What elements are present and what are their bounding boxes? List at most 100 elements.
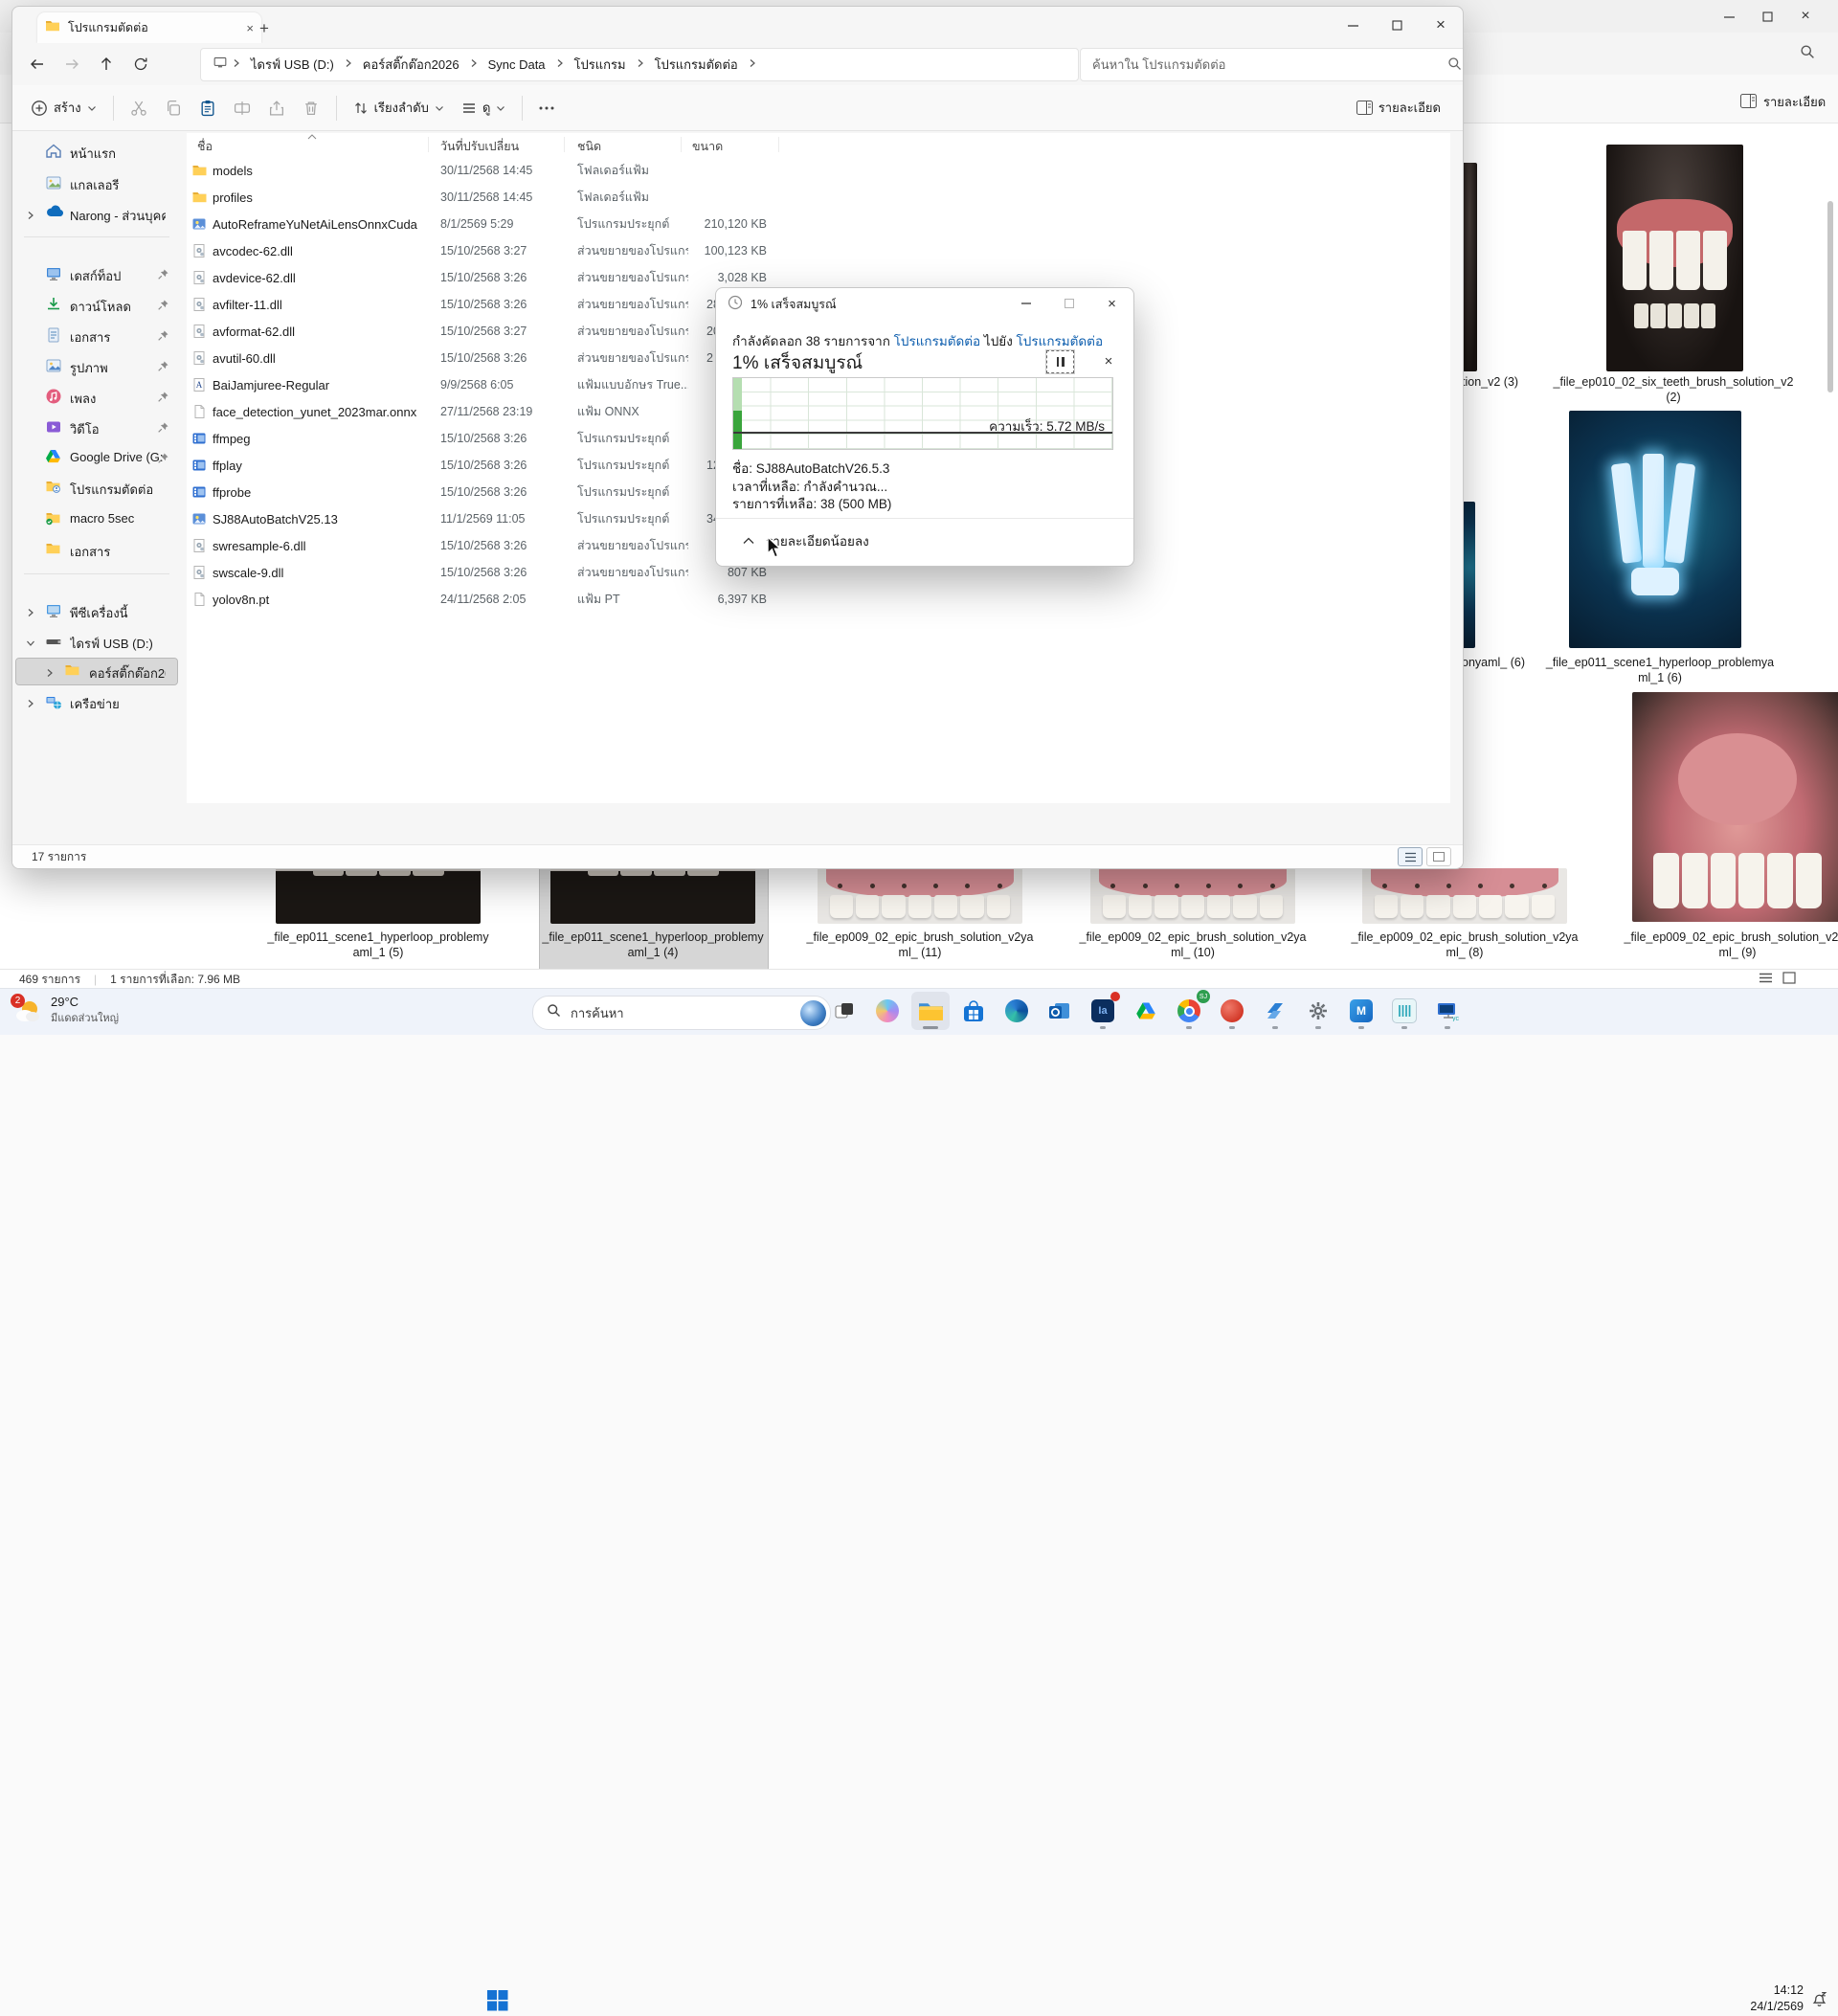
pin-icon [157, 360, 169, 375]
taskbar-premiere[interactable]: Ia [1084, 992, 1122, 1030]
address-bar[interactable]: ไดรฟ์ USB (D:) คอร์สติ๊กต๊อก2026 Sync Data… [200, 48, 1079, 81]
new-button[interactable]: สร้าง [22, 92, 105, 123]
bg-close-button[interactable]: × [1786, 4, 1825, 29]
view-button[interactable]: ดู [453, 92, 514, 123]
taskbar-outlook[interactable] [1041, 992, 1079, 1030]
file-thumbnail[interactable]: _file_ep009_02_epic_brush_solution_v2yam… [1624, 692, 1838, 970]
file-row[interactable]: models30/11/2568 14:45โฟลเดอร์แฟ้ม [187, 157, 1431, 184]
bg-minimize-button[interactable] [1710, 4, 1748, 29]
explorer-tab[interactable]: โปรแกรมตัดต่อ × [37, 12, 261, 43]
tab-close-icon[interactable]: × [246, 21, 254, 35]
bg-details-pane-button[interactable]: รายละเอียด [1740, 92, 1826, 112]
list-view-toggle[interactable] [1398, 847, 1423, 866]
copy-button[interactable] [156, 94, 191, 123]
dialog-close-button[interactable]: × [1090, 288, 1133, 319]
forward-button[interactable] [55, 49, 89, 79]
pause-button[interactable] [1046, 350, 1074, 373]
weather-widget[interactable]: 2 29°C มีแดดส่วนใหญ่ [13, 995, 119, 1026]
chevron-right-icon[interactable] [26, 209, 35, 223]
taskbar-edge[interactable] [997, 992, 1036, 1030]
taskbar-search[interactable]: การค้นหา [532, 996, 831, 1030]
file-date: 8/1/2569 5:29 [440, 211, 570, 237]
sidebar-item[interactable]: เอกสาร [16, 537, 177, 563]
taskbar-ms-store[interactable] [954, 992, 993, 1030]
bg-thumb-view-icon[interactable] [1782, 972, 1796, 987]
clock[interactable]: 14:12 24/1/2569 [1750, 1982, 1804, 2015]
sidebar-item[interactable]: คอร์สติ๊กต๊อก2026 [16, 659, 177, 684]
taskbar-remote-pc[interactable]: yc [1428, 992, 1467, 1030]
taskbar-copilot[interactable] [868, 992, 907, 1030]
chevron-right-icon[interactable] [45, 666, 55, 681]
rename-button[interactable] [225, 94, 259, 123]
chevron-right-icon[interactable] [26, 606, 35, 620]
file-row[interactable]: AutoReframeYuNetAiLensOnnxCuda8/1/2569 5… [187, 211, 1431, 237]
file-thumbnail[interactable] [1569, 411, 1741, 648]
file-row[interactable]: profiles30/11/2568 14:45โฟลเดอร์แฟ้ม [187, 184, 1431, 211]
sidebar-item[interactable]: ไดรฟ์ USB (D:) [16, 629, 177, 655]
start-button[interactable] [486, 1989, 508, 2016]
taskbar-red-app[interactable] [1213, 992, 1251, 1030]
new-tab-button[interactable]: + [259, 19, 269, 38]
details-pane-button[interactable]: รายละเอียด [1348, 92, 1449, 123]
source-folder-link[interactable]: โปรแกรมตัดต่อ [894, 334, 981, 348]
more-options-button[interactable] [530, 101, 563, 116]
destination-folder-link[interactable]: โปรแกรมตัดต่อ [1017, 334, 1104, 348]
cancel-copy-button[interactable]: × [1097, 349, 1120, 372]
up-button[interactable] [89, 49, 123, 79]
breadcrumb-item[interactable]: คอร์สติ๊กต๊อก2026 [357, 52, 465, 78]
minimize-button[interactable] [1331, 7, 1375, 43]
sidebar-item[interactable]: ดาวน์โหลด [16, 292, 177, 318]
close-button[interactable]: × [1419, 7, 1463, 43]
sidebar-item[interactable]: พีซีเครื่องนี้ [16, 598, 177, 624]
refresh-button[interactable] [123, 49, 158, 79]
chevron-right-icon[interactable] [26, 697, 35, 711]
file-row[interactable]: yolov8n.pt24/11/2568 2:05แฟ้ม PT6,397 KB [187, 586, 1431, 613]
sidebar-item[interactable]: หน้าแรก [16, 139, 177, 165]
back-button[interactable] [20, 49, 55, 79]
chevron-down-icon[interactable] [26, 637, 35, 651]
thumbnail-view-toggle[interactable] [1426, 847, 1451, 866]
sidebar-item[interactable]: เพลง [16, 384, 177, 410]
sidebar-item[interactable]: แกลเลอรี [16, 170, 177, 196]
sidebar-item[interactable]: Narong - ส่วนบุคคล [16, 201, 177, 227]
sidebar-item-label: เพลง [70, 389, 96, 409]
bg-maximize-button[interactable] [1748, 4, 1786, 29]
do-not-disturb-icon[interactable] [1810, 1990, 1828, 2013]
taskbar-notes[interactable] [1385, 992, 1423, 1030]
breadcrumb-item[interactable]: โปรแกรม [569, 52, 632, 78]
maximize-button[interactable] [1375, 7, 1419, 43]
sidebar-item[interactable]: รูปภาพ [16, 353, 177, 379]
paste-button[interactable] [191, 94, 225, 123]
search-input[interactable]: ค้นหาใน โปรแกรมตัดต่อ [1080, 48, 1464, 81]
taskbar-task-view[interactable] [825, 992, 863, 1030]
taskbar-chrome[interactable]: SJ [1170, 992, 1208, 1030]
taskbar-m-app[interactable]: M [1342, 992, 1380, 1030]
taskbar-file-explorer[interactable] [911, 992, 950, 1030]
fewer-details-button[interactable]: รายละเอียดน้อยลง [743, 530, 869, 551]
taskbar-settings[interactable] [1299, 992, 1337, 1030]
dialog-maximize-button[interactable] [1047, 288, 1090, 319]
breadcrumb-item[interactable]: Sync Data [482, 55, 551, 75]
breadcrumb-item[interactable]: โปรแกรมตัดต่อ [649, 52, 744, 78]
sidebar-item[interactable]: วิดีโอ [16, 414, 177, 440]
cut-button[interactable] [122, 94, 156, 123]
sidebar-item[interactable]: เดสก์ท็อป [16, 261, 177, 287]
bg-scrollbar[interactable] [1827, 201, 1833, 392]
taskbar-google-drive[interactable] [1127, 992, 1165, 1030]
sidebar-item[interactable]: เอกสาร [16, 323, 177, 348]
sidebar-item[interactable]: Google Drive (G: [16, 445, 177, 471]
bg-search-icon[interactable] [1800, 44, 1815, 64]
share-button[interactable] [259, 94, 294, 123]
sidebar-item[interactable]: เครือข่าย [16, 689, 177, 715]
breadcrumb-item[interactable]: ไดรฟ์ USB (D:) [245, 52, 340, 78]
sidebar-item[interactable]: โปรแกรมตัดต่อ [16, 475, 177, 501]
dialog-minimize-button[interactable] [1004, 288, 1047, 319]
sidebar-item[interactable]: macro 5sec [16, 506, 177, 532]
taskbar-workspaces[interactable] [1256, 992, 1294, 1030]
delete-button[interactable] [294, 94, 328, 123]
bg-list-view-icon[interactable] [1759, 972, 1773, 987]
file-thumbnail[interactable] [1606, 145, 1743, 371]
file-row[interactable]: avcodec-62.dll15/10/2568 3:27ส่วนขยายของ… [187, 237, 1431, 264]
file-date: 11/1/2569 11:05 [440, 505, 570, 532]
sort-button[interactable]: เรียงลำดับ [345, 92, 453, 123]
